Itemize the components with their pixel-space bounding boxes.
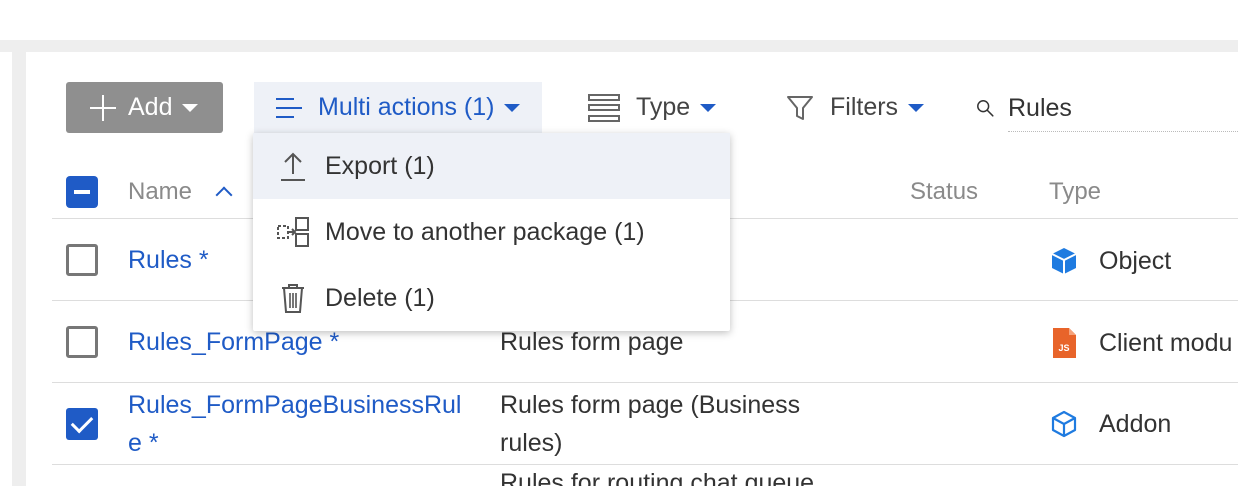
- menu-item-delete[interactable]: Delete (1): [253, 265, 730, 331]
- cube-icon: [1051, 248, 1077, 274]
- filters-label: Filters: [830, 93, 899, 121]
- row-name-line: Rules_FormPageBusinessRul: [128, 391, 462, 419]
- top-area: [0, 0, 1238, 40]
- menu-item-label: Export (1): [325, 151, 435, 180]
- chevron-down-icon: [182, 103, 199, 112]
- add-button-label: Add: [128, 93, 173, 121]
- column-header-status-label: Status: [910, 178, 979, 205]
- row-checkbox-checked[interactable]: [66, 408, 98, 440]
- cube-outline-icon: [1051, 410, 1077, 438]
- column-header-status[interactable]: Status: [910, 176, 978, 208]
- search-input[interactable]: [1008, 83, 1238, 132]
- row-description-line: Rules form page (Business: [500, 391, 801, 419]
- select-all-checkbox[interactable]: [66, 176, 98, 208]
- multi-actions-menu: Export (1) Move to another package (1) D…: [253, 133, 730, 331]
- rows-icon: [588, 93, 620, 122]
- svg-text:JS: JS: [1058, 343, 1069, 353]
- type-cell-label: Addon: [1099, 409, 1172, 438]
- row-description: Rules form page (Business rules): [500, 386, 800, 462]
- sort-ascending-icon: [215, 186, 233, 204]
- type-filter-button[interactable]: Type: [588, 82, 717, 133]
- js-file-icon: JS: [1053, 328, 1076, 358]
- type-cell: Addon: [1049, 409, 1171, 439]
- row-name-link[interactable]: Rules *: [128, 241, 209, 279]
- type-cell-label: Client modu: [1099, 328, 1233, 357]
- row-checkbox[interactable]: [66, 244, 98, 276]
- multi-actions-button[interactable]: Multi actions (1): [254, 82, 542, 133]
- type-filter-label: Type: [636, 93, 691, 121]
- row-name-link[interactable]: Rules_FormPageBusinessRul e *: [128, 386, 461, 462]
- row-description: Rules for routing chat queue: [500, 469, 815, 486]
- search-box: [976, 82, 1238, 133]
- menu-item-export[interactable]: Export (1): [253, 133, 730, 199]
- search-icon: [977, 99, 994, 117]
- plus-icon: [90, 94, 116, 121]
- column-header-name-label: Name: [128, 178, 193, 205]
- chevron-down-icon: [504, 103, 521, 112]
- divider: [52, 382, 1238, 383]
- funnel-icon: [787, 95, 813, 120]
- chevron-down-icon: [908, 103, 925, 112]
- multi-actions-label: Multi actions (1): [318, 93, 495, 121]
- filters-button[interactable]: Filters: [786, 82, 925, 133]
- trash-icon: [275, 280, 311, 316]
- row-description-line: rules): [500, 429, 563, 457]
- add-button[interactable]: Add: [66, 82, 223, 133]
- menu-item-move-package[interactable]: Move to another package (1): [253, 199, 730, 265]
- upload-icon: [275, 148, 311, 184]
- type-cell-label: Object: [1099, 246, 1172, 275]
- chevron-down-icon: [700, 103, 717, 112]
- menu-item-label: Move to another package (1): [325, 217, 645, 246]
- column-header-type[interactable]: Type: [1049, 176, 1101, 208]
- column-header-type-label: Type: [1049, 178, 1102, 205]
- type-cell: JS Client modu: [1049, 328, 1232, 358]
- move-package-icon: [275, 214, 311, 250]
- type-cell: Object: [1049, 246, 1171, 276]
- list-icon: [276, 97, 302, 118]
- column-header-name[interactable]: Name: [128, 176, 233, 208]
- menu-item-label: Delete (1): [325, 283, 435, 312]
- row-checkbox[interactable]: [66, 326, 98, 358]
- row-name-line: e *: [128, 429, 159, 457]
- left-panel: [0, 52, 12, 486]
